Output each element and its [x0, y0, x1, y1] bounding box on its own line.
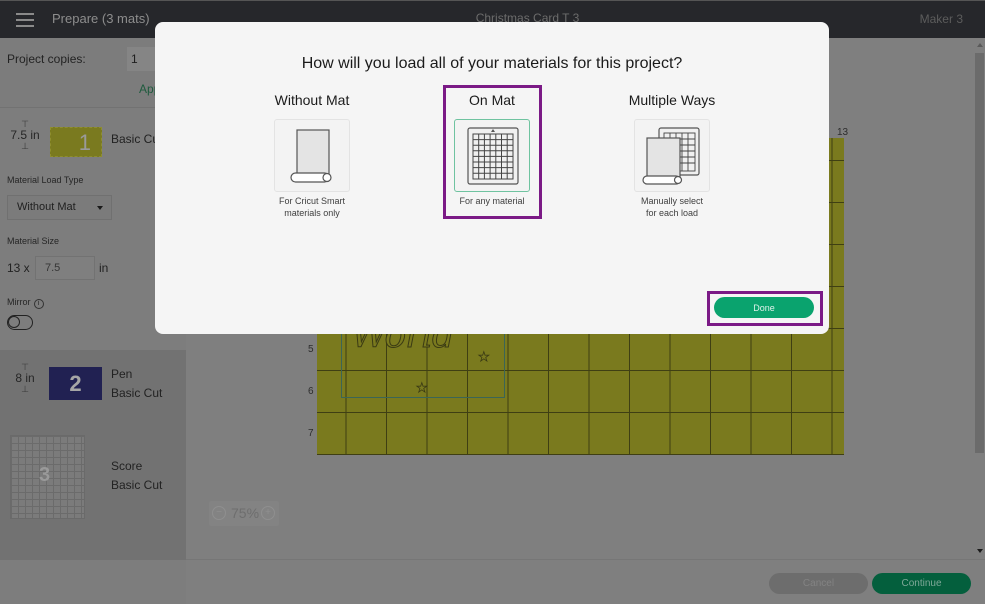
desc-line: for each load — [645, 208, 699, 218]
option-card-multiple-ways[interactable] — [634, 119, 710, 192]
material-height-input[interactable]: 7.5 — [35, 256, 95, 280]
on-mat-highlight-annotation — [443, 85, 542, 219]
mat-thumbnail-2[interactable]: 2 — [49, 367, 102, 400]
cancel-button[interactable]: Cancel — [769, 573, 868, 594]
mat-height-ruler: ⊤ 7.5 in ⊥ — [10, 119, 40, 151]
mat-thumbnail-1[interactable]: 1 — [50, 127, 102, 157]
desc-line: For Cricut Smart — [278, 196, 345, 206]
material-width: 13 x — [7, 261, 30, 275]
mat-name-2: Pen Basic Cut — [111, 365, 162, 403]
mirror-label-row: Mirror i — [7, 297, 44, 309]
mat-list-lower: ⊤ 8 in ⊥ 2 Pen Basic Cut 3 Score Basic C… — [0, 350, 186, 560]
ruler-top-tick-icon: ⊤ — [21, 362, 29, 372]
ruler-left-5: 5 — [308, 344, 314, 355]
star-icon: ★ — [416, 380, 428, 396]
zoom-in-icon[interactable]: + — [261, 506, 275, 520]
option-card-without-mat[interactable] — [274, 119, 350, 192]
option-description: For Cricut Smart materials only — [237, 195, 387, 219]
ruler-top-13: 13 — [837, 127, 849, 138]
zoom-out-icon[interactable]: − — [212, 506, 226, 520]
ruler-left-6: 6 — [308, 386, 314, 397]
vertical-scrollbar[interactable] — [974, 38, 985, 559]
material-load-type-select[interactable]: Without Mat — [7, 195, 112, 220]
continue-button[interactable]: Continue — [872, 573, 971, 594]
ruler-bottom-tick-icon: ⊥ — [21, 384, 29, 394]
option-title: Multiple Ways — [628, 92, 716, 108]
material-size-label: Material Size — [7, 236, 60, 246]
chevron-down-icon — [97, 206, 103, 210]
mat-height-label-2: 8 in — [15, 371, 35, 385]
scroll-up-icon[interactable] — [977, 43, 983, 47]
mirror-toggle[interactable] — [7, 315, 33, 330]
desc-line: materials only — [284, 208, 340, 218]
mat-tool-3: Score — [111, 459, 143, 473]
scrollbar-thumb[interactable] — [975, 53, 984, 453]
scroll-down-icon[interactable] — [977, 549, 983, 553]
mat-number-3: 3 — [39, 464, 51, 486]
material-load-type-value: Without Mat — [17, 201, 76, 213]
mat-cut-type-3: Basic Cut — [111, 478, 163, 492]
mat-thumbnail-3[interactable]: 3 — [10, 435, 85, 519]
ruler-bottom-tick-icon: ⊥ — [21, 141, 29, 151]
ruler-left-7: 7 — [308, 428, 314, 439]
mat-height-ruler-2: ⊤ 8 in ⊥ — [10, 362, 40, 394]
option-title: Without Mat — [274, 92, 350, 108]
desc-line: Manually select — [640, 196, 704, 206]
material-unit: in — [99, 261, 109, 275]
option-multiple-ways[interactable]: Multiple Ways Manually select for each l… — [597, 87, 747, 219]
zoom-control: − 75% + — [209, 501, 279, 526]
mat-height-label: 7.5 in — [10, 128, 40, 142]
roll-icon — [290, 129, 332, 183]
ruler-top-tick-icon: ⊤ — [21, 119, 29, 129]
zoom-level: 75% — [231, 505, 260, 521]
machine-name[interactable]: Maker 3 — [920, 12, 963, 26]
mat-name-3: Score Basic Cut — [111, 457, 162, 495]
star-icon: ★ — [478, 349, 490, 365]
mat-cut-type-2: Basic Cut — [111, 386, 163, 400]
toggle-knob — [8, 316, 20, 328]
dialog-title: How will you load all of your materials … — [301, 55, 683, 72]
done-highlight-annotation — [707, 291, 823, 326]
option-description: Manually select for each load — [597, 195, 747, 219]
material-load-type-label: Material Load Type — [7, 175, 84, 185]
load-materials-dialog: How will you load all of your materials … — [155, 22, 829, 334]
roll-and-mat-icon — [642, 127, 700, 185]
mat-tool-2: Pen — [111, 367, 133, 381]
mirror-label: Mirror — [7, 297, 31, 307]
footer-bar: Cancel Continue — [186, 559, 985, 604]
info-icon[interactable]: i — [33, 299, 44, 309]
option-without-mat[interactable]: Without Mat For Cricut Smart materials o… — [237, 87, 387, 219]
project-copies-label: Project copies: — [7, 52, 86, 66]
